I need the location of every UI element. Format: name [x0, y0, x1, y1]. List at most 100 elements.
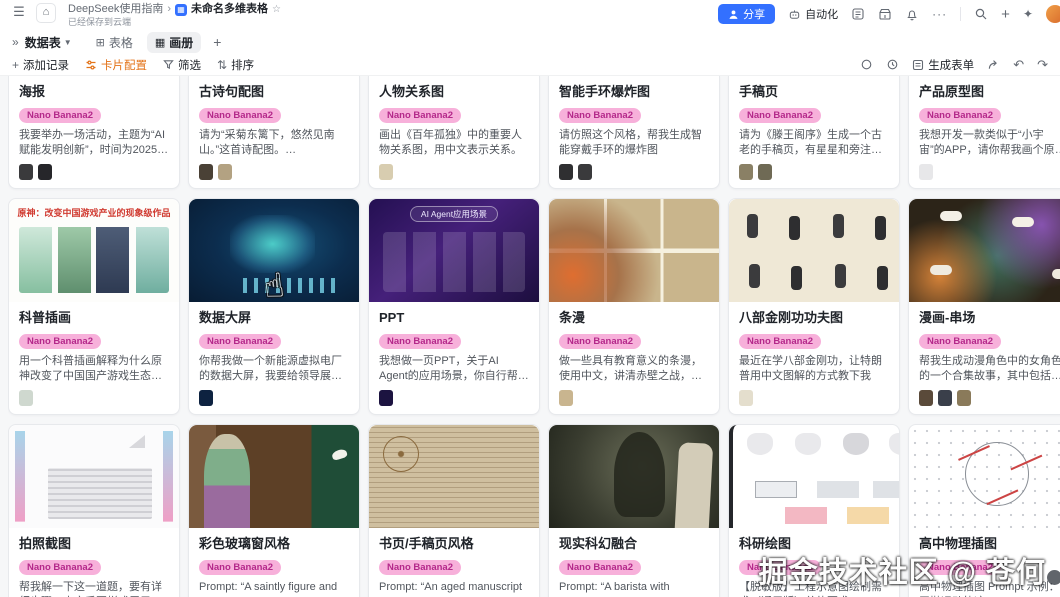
save-status: 已经保存到云端: [68, 17, 132, 27]
card-attachments: [199, 164, 349, 181]
doc-panel-icon[interactable]: [851, 7, 865, 21]
attachment-thumbnail[interactable]: [957, 390, 971, 406]
card-description: 请为《滕王阁序》生成一个古老的手稿页，有星星和旁注的墨水图，书页风格: [739, 129, 882, 156]
attachment-thumbnail[interactable]: [379, 390, 393, 406]
sort-button[interactable]: ⇅ 排序: [217, 57, 254, 73]
attachment-thumbnail[interactable]: [559, 164, 573, 180]
chevron-down-icon: ▼: [63, 37, 72, 47]
page-title[interactable]: 未命名多维表格: [191, 3, 268, 16]
attachment-thumbnail[interactable]: [218, 164, 232, 180]
card-description: 请仿照这个风格，帮我生成智能穿戴手环的爆炸图: [559, 129, 702, 156]
sort-arrows-icon: ⇅: [217, 57, 228, 72]
attachment-thumbnail[interactable]: [758, 164, 772, 180]
share-button[interactable]: 分享: [718, 4, 776, 24]
card-body: 科普插画 Nano Banana2 用一个科普插画解释为什么原神改变了中国国产游…: [9, 302, 179, 414]
gallery-card[interactable]: 漫画-串场 Nano Banana2 帮我生成动漫角色中的女角色的一个合集故事，…: [908, 198, 1060, 415]
card-title: 现实科幻融合: [559, 536, 638, 551]
gallery-card[interactable]: 海报 Nano Banana2 我要举办一场活动，主题为“AI赋能发明创新”，时…: [8, 76, 180, 189]
gallery-card[interactable]: 数据大屏 Nano Banana2 你帮我做一个新能源虚拟电厂的数据大屏，我要给…: [188, 198, 360, 415]
gallery-card[interactable]: 原神：改变中国游戏产业的现象级作品 科普插画 Nano Banana2 用一个科…: [8, 198, 180, 415]
attachment-thumbnail[interactable]: [19, 164, 33, 180]
gallery-card[interactable]: AI Agent应用场景 PPT Nano Banana2 我想做一页PPT，关…: [368, 198, 540, 415]
new-doc-plus-icon[interactable]: +: [1001, 6, 1010, 23]
gallery-card[interactable]: 古诗句配图 Nano Banana2 请为“采菊东篱下，悠然见南山。”这首诗配图…: [188, 76, 360, 189]
card-description: Prompt: “A saintly figure and soaring do…: [199, 581, 338, 597]
data-table-selector[interactable]: 数据表 ▼: [25, 34, 72, 51]
history-clock-icon[interactable]: [886, 58, 899, 71]
notification-bell-icon[interactable]: [905, 7, 919, 21]
tab-grid-view[interactable]: ⊞ 表格: [88, 32, 141, 53]
breadcrumb-separator-icon: ›: [167, 3, 172, 15]
gallery-grid: 海报 Nano Banana2 我要举办一场活动，主题为“AI赋能发明创新”，时…: [8, 76, 1060, 597]
gallery-card[interactable]: 条漫 Nano Banana2 做一些具有教育意义的条漫，使用中文，讲清赤壁之战…: [548, 198, 720, 415]
attachment-thumbnail[interactable]: [199, 164, 213, 180]
attachment-thumbnail[interactable]: [578, 164, 592, 180]
card-description: 帮我生成动漫角色中的女角色的一个合集故事，其中包括嫦娥、罗宾、小樱、雏田。: [919, 355, 1060, 382]
gallery-card[interactable]: 智能手环爆炸图 Nano Banana2 请仿照这个风格，帮我生成智能穿戴手环的…: [548, 76, 720, 189]
filter-button[interactable]: 筛选: [163, 57, 201, 73]
card-attachments: [919, 164, 1060, 181]
breadcrumb-parent[interactable]: DeepSeek使用指南: [68, 3, 163, 16]
card-body: 产品原型图 Nano Banana2 我想开发一款类似于“小宇宙”的APP，请你…: [909, 76, 1060, 188]
card-cover-image[interactable]: [729, 425, 899, 528]
attachment-thumbnail[interactable]: [938, 390, 952, 406]
gallery-card[interactable]: 手稿页 Nano Banana2 请为《滕王阁序》生成一个古老的手稿页，有星星和…: [728, 76, 900, 189]
card-config-button[interactable]: 卡片配置: [85, 57, 147, 73]
card-cover-image[interactable]: [189, 425, 359, 528]
redo-icon[interactable]: ↷: [1037, 57, 1048, 73]
gallery-card[interactable]: 彩色玻璃窗风格 Nano Banana2 Prompt: “A saintly …: [188, 424, 360, 597]
funnel-icon: [163, 60, 174, 70]
attachment-thumbnail[interactable]: [919, 390, 933, 406]
card-title: 智能手环爆炸图: [559, 84, 651, 99]
attachment-thumbnail[interactable]: [739, 164, 753, 180]
card-cover-image[interactable]: [549, 199, 719, 302]
card-cover-image[interactable]: [549, 425, 719, 528]
card-cover-image[interactable]: 原神：改变中国游戏产业的现象级作品: [9, 199, 179, 302]
card-cover-image[interactable]: [909, 199, 1060, 302]
automation-button[interactable]: 自动化: [788, 6, 838, 22]
gallery-card[interactable]: 现实科幻融合 Nano Banana2 Prompt: “A barista w…: [548, 424, 720, 597]
favorite-star-icon[interactable]: ☆: [272, 3, 281, 16]
robot-icon: [789, 9, 800, 19]
record-circle-icon[interactable]: [860, 58, 873, 71]
attachment-thumbnail[interactable]: [559, 390, 573, 406]
generate-form-button[interactable]: 生成表单: [912, 57, 974, 73]
attachment-thumbnail[interactable]: [739, 390, 753, 406]
widget-box-icon[interactable]: [878, 7, 892, 21]
add-record-button[interactable]: + 添加记录: [12, 57, 69, 73]
gallery-card[interactable]: 书页/手稿页风格 Nano Banana2 Prompt: “An aged m…: [368, 424, 540, 597]
divider: [960, 7, 962, 21]
card-cover-image[interactable]: AI Agent应用场景: [369, 199, 539, 302]
add-view-button[interactable]: +: [207, 34, 227, 50]
card-body: 古诗句配图 Nano Banana2 请为“采菊东篱下，悠然见南山。”这首诗配图…: [189, 76, 359, 188]
attachment-thumbnail[interactable]: [199, 390, 213, 406]
ai-sparkle-icon[interactable]: ✦: [1023, 7, 1033, 21]
search-icon[interactable]: [974, 7, 988, 21]
card-attachments: [559, 164, 709, 181]
gallery-card[interactable]: 八部金刚功功夫图 Nano Banana2 最近在学八部金刚功，让特朗普用中文图…: [728, 198, 900, 415]
gallery-card[interactable]: 人物关系图 Nano Banana2 画出《百年孤独》中的重要人物关系图，用中文…: [368, 76, 540, 189]
gallery-card[interactable]: 拍照截图 Nano Banana2 帮我解一下这一道题，要有详细步骤，中文手写样…: [8, 424, 180, 597]
attachment-thumbnail[interactable]: [919, 164, 933, 180]
gallery-card[interactable]: 产品原型图 Nano Banana2 我想开发一款类似于“小宇宙”的APP，请你…: [908, 76, 1060, 189]
card-cover-image[interactable]: [909, 425, 1060, 528]
card-cover-image[interactable]: [9, 425, 179, 528]
more-menu-icon[interactable]: ···: [932, 7, 947, 21]
tab-gallery-view[interactable]: ▦ 画册: [146, 31, 202, 53]
views-expand-icon[interactable]: »: [12, 35, 19, 49]
undo-icon[interactable]: ↶: [1013, 57, 1024, 73]
card-tag-badge: Nano Banana2: [199, 334, 281, 349]
avatar[interactable]: [1046, 5, 1060, 23]
sidebar-toggle-icon[interactable]: ☰: [10, 3, 28, 21]
attachment-thumbnail[interactable]: [19, 390, 33, 406]
export-share-icon[interactable]: [987, 58, 1000, 71]
card-cover-image[interactable]: [369, 425, 539, 528]
card-tag-badge: Nano Banana2: [19, 108, 101, 123]
attachment-thumbnail[interactable]: [38, 164, 52, 180]
card-description: Prompt: “An aged manuscript page with in…: [379, 581, 523, 597]
card-cover-image[interactable]: [729, 199, 899, 302]
home-icon[interactable]: ⌂: [36, 3, 56, 23]
card-title: 科普插画: [19, 310, 72, 325]
attachment-thumbnail[interactable]: [379, 164, 393, 180]
card-attachments: [19, 164, 169, 181]
